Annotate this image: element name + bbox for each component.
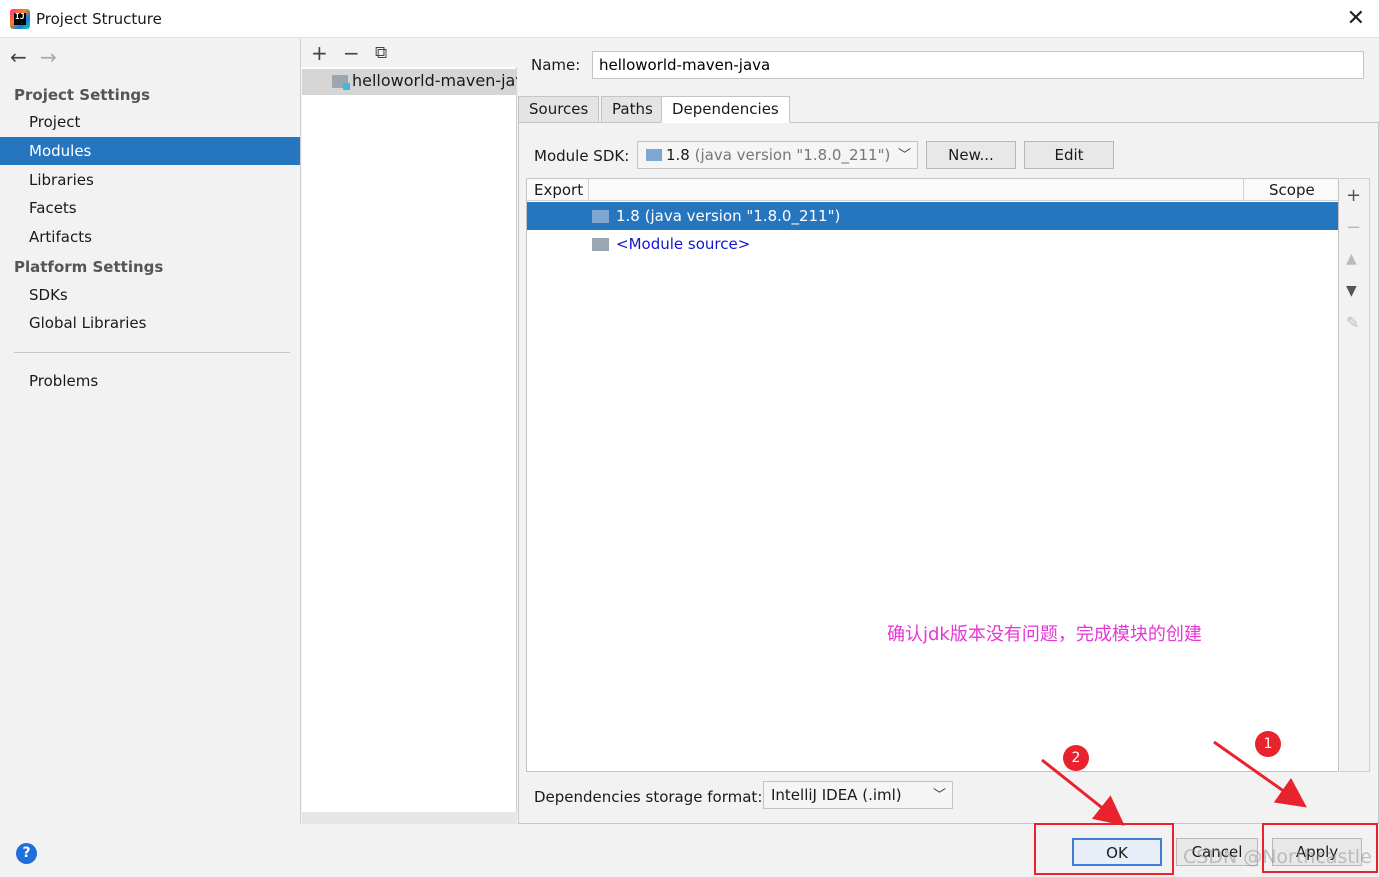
module-tabs: Sources Paths Dependencies — [518, 95, 1379, 123]
highlight-apply-box — [1262, 823, 1378, 873]
intellij-icon: IJ — [10, 9, 30, 29]
minus-icon[interactable]: − — [1346, 217, 1361, 238]
title-bar: IJ Project Structure ✕ — [0, 0, 1379, 38]
column-divider — [1243, 179, 1244, 201]
nav-item-libraries[interactable]: Libraries — [0, 166, 300, 194]
step-marker-1: 1 — [1255, 731, 1281, 757]
nav-item-global-libraries[interactable]: Global Libraries — [0, 309, 300, 337]
section-platform-settings: Platform Settings — [14, 258, 164, 276]
dependency-toolbar: + − ▲ ▼ ✎ — [1340, 178, 1370, 772]
module-name-input[interactable] — [592, 51, 1364, 79]
storage-format-value: IntelliJ IDEA (.iml) — [771, 786, 902, 804]
window-title: Project Structure — [36, 10, 162, 28]
arrow-left-icon[interactable]: ← — [10, 45, 40, 69]
close-icon[interactable]: ✕ — [1347, 6, 1365, 31]
jdk-folder-icon — [592, 210, 609, 223]
new-sdk-button[interactable]: New... — [926, 141, 1016, 169]
tab-dependencies[interactable]: Dependencies — [661, 96, 790, 123]
column-export[interactable]: Export — [534, 181, 583, 199]
module-folder-icon — [332, 75, 350, 90]
module-list-item[interactable]: helloworld-maven-java — [302, 69, 517, 95]
plus-icon[interactable]: + — [1346, 185, 1361, 206]
tab-sources[interactable]: Sources — [518, 96, 600, 123]
settings-nav: ← → Project Settings Project Modules Libr… — [0, 39, 301, 824]
table-row[interactable]: <Module source> — [527, 230, 1338, 258]
move-down-icon[interactable]: ▼ — [1346, 283, 1357, 299]
nav-item-facets[interactable]: Facets — [0, 194, 300, 222]
help-icon[interactable]: ? — [16, 843, 37, 864]
history-nav: ← → — [10, 45, 70, 69]
source-folder-icon — [592, 238, 609, 251]
tab-paths[interactable]: Paths — [601, 96, 664, 123]
chevron-down-icon: ﹀ — [897, 148, 911, 163]
storage-format-label: Dependencies storage format: — [534, 788, 763, 806]
column-scope[interactable]: Scope — [1269, 181, 1315, 199]
sdk-folder-icon — [646, 149, 662, 161]
module-toolbar: + − ⧉ — [302, 39, 517, 67]
column-divider — [588, 179, 589, 201]
table-header: Export Scope — [527, 179, 1338, 201]
chevron-down-icon: ﹀ — [932, 788, 946, 803]
nav-item-modules[interactable]: Modules — [0, 137, 300, 165]
name-label: Name: — [531, 56, 581, 74]
nav-item-project[interactable]: Project — [0, 108, 300, 136]
step-marker-2: 2 — [1063, 745, 1089, 771]
storage-format-select[interactable]: IntelliJ IDEA (.iml) ﹀ — [763, 781, 953, 809]
module-sdk-label: Module SDK: — [534, 147, 630, 165]
nav-item-sdks[interactable]: SDKs — [0, 281, 300, 309]
nav-item-problems[interactable]: Problems — [0, 367, 300, 395]
highlight-ok-box — [1034, 823, 1174, 875]
horizontal-scrollbar[interactable] — [302, 812, 517, 824]
dependency-label: <Module source> — [616, 235, 751, 253]
minus-icon[interactable]: − — [343, 41, 360, 65]
module-item-label: helloworld-maven-java — [352, 71, 517, 90]
table-row[interactable]: 1.8 (java version "1.8.0_211") — [527, 202, 1338, 230]
nav-item-artifacts[interactable]: Artifacts — [0, 223, 300, 251]
pencil-icon[interactable]: ✎ — [1346, 313, 1359, 332]
move-up-icon[interactable]: ▲ — [1346, 251, 1357, 267]
dependencies-table: Export Scope 1.8 (java version "1.8.0_21… — [526, 178, 1339, 772]
annotation-text: 确认jdk版本没有问题，完成模块的创建 — [887, 624, 1202, 645]
dependency-label: 1.8 (java version "1.8.0_211") — [616, 207, 841, 225]
arrow-right-icon[interactable]: → — [40, 45, 70, 69]
copy-icon[interactable]: ⧉ — [375, 43, 387, 63]
plus-icon[interactable]: + — [311, 41, 328, 65]
nav-divider — [14, 352, 290, 353]
module-sdk-select[interactable]: 1.8 (java version "1.8.0_211") ﹀ — [637, 141, 918, 169]
sdk-version: 1.8 — [666, 146, 690, 164]
sdk-version-detail: (java version "1.8.0_211") — [689, 146, 891, 164]
section-project-settings: Project Settings — [14, 86, 151, 104]
module-detail-panel: Name: Sources Paths Dependencies Module … — [518, 39, 1379, 824]
module-list-panel: + − ⧉ helloworld-maven-java — [302, 39, 517, 824]
edit-sdk-button[interactable]: Edit — [1024, 141, 1114, 169]
